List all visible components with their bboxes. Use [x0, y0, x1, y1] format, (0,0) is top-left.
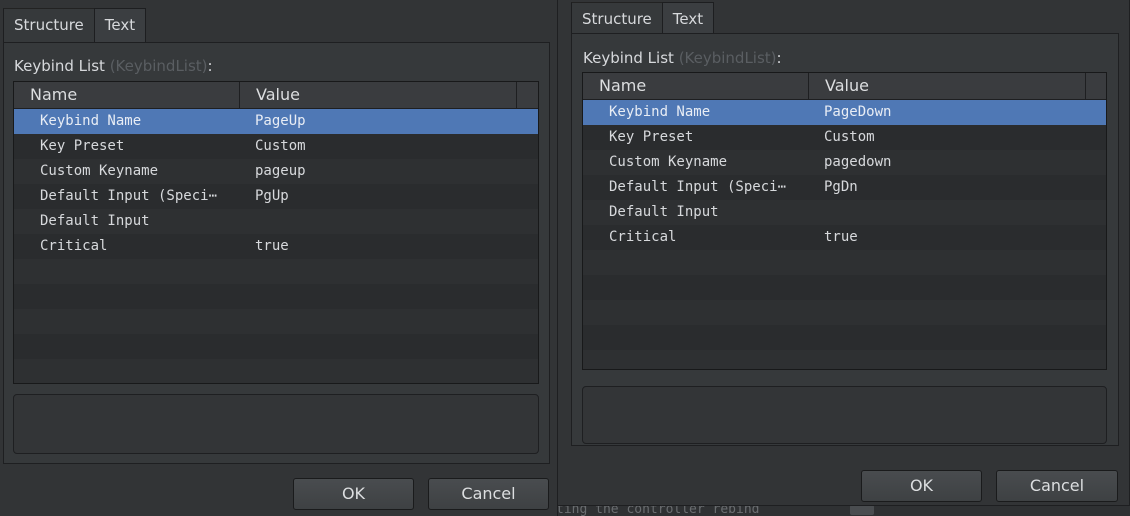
- cancel-button[interactable]: Cancel: [996, 470, 1118, 502]
- table-row[interactable]: Keybind Name PageUp: [14, 109, 538, 134]
- list-label-title: Keybind List: [583, 49, 674, 67]
- empty-row: [14, 259, 538, 284]
- tab-bar: Structure Text: [3, 8, 147, 44]
- table-row[interactable]: Custom Keyname pageup: [14, 159, 538, 184]
- table-row[interactable]: Critical true: [583, 225, 1106, 250]
- row-value: true: [824, 229, 858, 245]
- empty-row: [14, 284, 538, 309]
- row-value: PageUp: [255, 113, 306, 129]
- empty-row: [583, 325, 1106, 350]
- table-header: Name Value: [583, 73, 1106, 100]
- row-name: Key Preset: [40, 138, 125, 154]
- list-type-name: (KeybindList): [678, 49, 777, 67]
- row-value: PgDn: [824, 179, 858, 195]
- row-name: Default Input: [40, 213, 150, 229]
- table-row[interactable]: Critical true: [14, 234, 538, 259]
- column-header-value[interactable]: Value: [809, 73, 1086, 99]
- table-body: Keybind Name PageUp Key Preset Custom Cust…: [14, 109, 538, 383]
- empty-row: [583, 250, 1106, 275]
- empty-row: [583, 275, 1106, 300]
- row-name: Default Input (Speci⋯: [40, 188, 218, 204]
- ok-button[interactable]: OK: [293, 478, 414, 510]
- table-header: Name Value: [14, 82, 538, 109]
- tab-bar: Structure Text: [571, 2, 715, 38]
- description-box: [582, 386, 1107, 444]
- ok-button[interactable]: OK: [861, 470, 982, 502]
- property-table: Name Value Keybind Name PageDown Key Pres…: [582, 72, 1107, 370]
- row-value: Custom: [255, 138, 306, 154]
- row-name: Keybind Name: [40, 113, 142, 129]
- desktop: ting the controller rebind Structure Tex…: [0, 0, 1130, 516]
- structure-panel: Keybind List (KeybindList): Name Value K…: [3, 42, 550, 464]
- tab-text[interactable]: Text: [661, 2, 715, 36]
- background-button: [849, 504, 874, 515]
- table-row[interactable]: Default Input: [583, 200, 1106, 225]
- row-value: pageup: [255, 163, 306, 179]
- row-value: PageDown: [824, 104, 892, 120]
- empty-row: [14, 334, 538, 359]
- tab-structure[interactable]: Structure: [3, 8, 95, 44]
- table-row[interactable]: Key Preset Custom: [14, 134, 538, 159]
- structure-panel: Keybind List (KeybindList): Name Value K…: [571, 33, 1119, 446]
- row-name: Default Input (Speci⋯: [609, 179, 787, 195]
- row-value: pagedown: [824, 154, 892, 170]
- row-value: [240, 209, 255, 234]
- list-label: Keybind List (KeybindList):: [14, 57, 213, 75]
- table-row[interactable]: Default Input (Speci⋯ PgDn: [583, 175, 1106, 200]
- list-label: Keybind List (KeybindList):: [583, 49, 782, 67]
- property-table: Name Value Keybind Name PageUp Key Preset…: [13, 81, 539, 384]
- row-value: true: [255, 238, 289, 254]
- list-label-colon: :: [207, 57, 213, 75]
- empty-row: [583, 350, 1106, 369]
- empty-row: [583, 300, 1106, 325]
- row-name: Critical: [40, 238, 108, 254]
- table-body: Keybind Name PageDown Key Preset Custom Cu…: [583, 100, 1106, 369]
- list-label-colon: :: [776, 49, 782, 67]
- row-value: Custom: [824, 129, 875, 145]
- list-type-name: (KeybindList): [109, 57, 208, 75]
- list-label-title: Keybind List: [14, 57, 105, 75]
- row-name: Custom Keyname: [40, 163, 159, 179]
- empty-row: [14, 359, 538, 383]
- keybind-dialog-pagedown: Structure Text Keybind List (KeybindList…: [557, 0, 1130, 506]
- tab-text[interactable]: Text: [93, 8, 147, 42]
- row-value: [809, 200, 824, 225]
- table-row[interactable]: Keybind Name PageDown: [583, 100, 1106, 125]
- row-name: Custom Keyname: [609, 154, 728, 170]
- table-row[interactable]: Default Input (Speci⋯ PgUp: [14, 184, 538, 209]
- column-header-name[interactable]: Name: [14, 82, 240, 108]
- column-header-filler: [1086, 73, 1106, 99]
- description-box: [13, 394, 539, 454]
- table-row[interactable]: Key Preset Custom: [583, 125, 1106, 150]
- row-name: Keybind Name: [609, 104, 711, 120]
- row-value: PgUp: [255, 188, 289, 204]
- column-header-filler: [517, 82, 538, 108]
- row-name: Critical: [609, 229, 677, 245]
- empty-row: [14, 309, 538, 334]
- table-row[interactable]: Default Input: [14, 209, 538, 234]
- column-header-value[interactable]: Value: [240, 82, 517, 108]
- row-name: Key Preset: [609, 129, 694, 145]
- table-row[interactable]: Custom Keyname pagedown: [583, 150, 1106, 175]
- cancel-button[interactable]: Cancel: [428, 478, 549, 510]
- keybind-dialog-pageup: Structure Text Keybind List (KeybindList…: [0, 0, 558, 516]
- column-header-name[interactable]: Name: [583, 73, 809, 99]
- row-name: Default Input: [609, 204, 719, 220]
